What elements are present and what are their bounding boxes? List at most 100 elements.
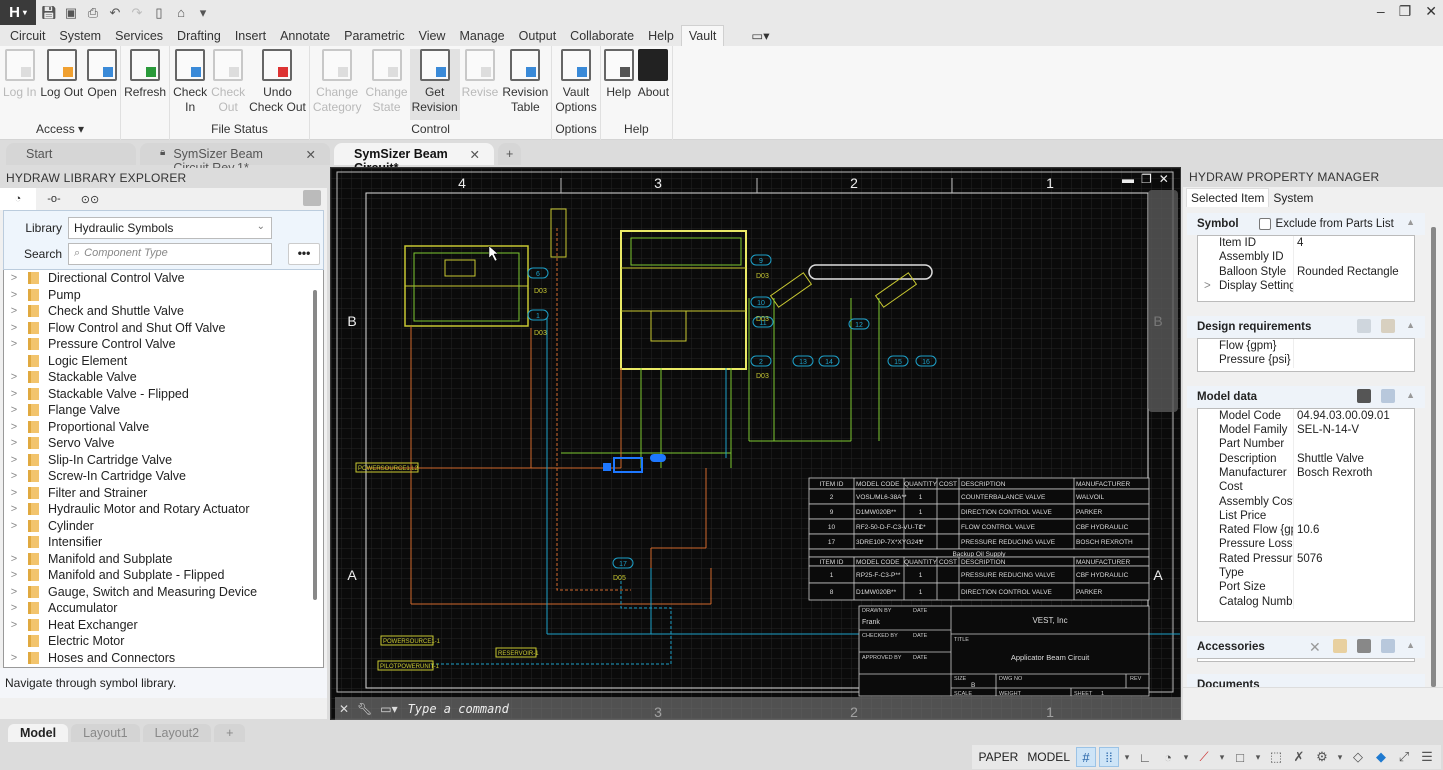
hardware-acceleration-icon[interactable]: ◆ bbox=[1371, 747, 1391, 767]
log-out-button[interactable]: Log Out bbox=[38, 49, 85, 120]
edit-requirements-icon[interactable] bbox=[1357, 319, 1371, 334]
layout-tab[interactable]: Layout1 bbox=[71, 724, 140, 742]
object-snap-icon[interactable]: □ bbox=[1230, 747, 1250, 767]
property-row[interactable]: Cost bbox=[1198, 480, 1414, 495]
import-icon[interactable] bbox=[1381, 638, 1395, 653]
model-data-header[interactable]: Model data ▲ bbox=[1187, 385, 1425, 408]
tab-annotate[interactable]: Annotate bbox=[273, 26, 337, 46]
polar-tracking-icon[interactable]: ◔ bbox=[1158, 747, 1178, 767]
chevron-right-icon[interactable]: > bbox=[4, 338, 24, 350]
chevron-right-icon[interactable]: > bbox=[4, 503, 24, 515]
close-tab-icon[interactable]: ✕ bbox=[470, 147, 480, 165]
tab-system[interactable]: System bbox=[1269, 189, 1317, 207]
property-row[interactable]: List Price bbox=[1198, 508, 1414, 524]
tab-output[interactable]: Output bbox=[512, 26, 564, 46]
chevron-right-icon[interactable]: > bbox=[4, 619, 24, 631]
tree-item[interactable]: > Manifold and Subplate - Flipped bbox=[4, 567, 323, 584]
change-category-button[interactable]: Change Category bbox=[311, 49, 364, 120]
isolate-objects-icon[interactable]: ◇ bbox=[1348, 747, 1368, 767]
property-row[interactable]: > Display Setting bbox=[1198, 278, 1414, 294]
property-value[interactable] bbox=[1294, 353, 1297, 367]
tree-item[interactable]: > Pressure Control Valve bbox=[4, 336, 323, 353]
tab-collaborate[interactable]: Collaborate bbox=[563, 26, 641, 46]
object-snap-tracking-icon[interactable]: ⟋ bbox=[1194, 747, 1214, 767]
property-value[interactable] bbox=[1294, 495, 1297, 509]
property-value[interactable] bbox=[1294, 509, 1297, 523]
add-accessory-icon[interactable] bbox=[1333, 638, 1347, 653]
open-icon[interactable]: ⌂ bbox=[172, 4, 190, 22]
chevron-right-icon[interactable]: > bbox=[4, 322, 24, 334]
tree-item[interactable]: > Slip-In Cartridge Valve bbox=[4, 452, 323, 469]
collapse-icon[interactable]: ▲ bbox=[1406, 320, 1415, 330]
vault-options-button[interactable]: Vault Options bbox=[553, 49, 598, 120]
property-scrollbar[interactable] bbox=[1431, 227, 1436, 687]
chevron-right-icon[interactable]: > bbox=[4, 305, 24, 317]
tree-item[interactable]: Intensifier bbox=[4, 534, 323, 551]
property-row[interactable]: Pressure {psi} bbox=[1198, 353, 1414, 368]
property-row[interactable]: Part Number bbox=[1198, 437, 1414, 452]
log-in-button[interactable]: Log In bbox=[1, 49, 38, 120]
search-input[interactable]: ⌕ Component Type bbox=[68, 243, 272, 265]
chevron-right-icon[interactable]: > bbox=[4, 569, 24, 581]
undo-check-out-button[interactable]: Undo Check Out bbox=[247, 49, 308, 120]
recent-commands-icon[interactable]: ▭▾ bbox=[380, 702, 397, 716]
tree-item[interactable]: > Proportional Valve bbox=[4, 419, 323, 436]
tree-item[interactable]: > Flow Control and Shut Off Valve bbox=[4, 320, 323, 337]
accessories-header[interactable]: Accessories ✕ ▲ bbox=[1187, 635, 1425, 658]
property-value[interactable] bbox=[1294, 250, 1297, 264]
chevron-right-icon[interactable]: > bbox=[4, 371, 24, 383]
chevron-right-icon[interactable]: > bbox=[4, 272, 24, 284]
hydraulic-schematic[interactable]: 4 3 2 1 B A B A POWERSOURCE1.L2 POWERSOURCE1-1 RES… bbox=[331, 168, 1181, 720]
property-row[interactable]: Description Shuttle Valve bbox=[1198, 451, 1414, 466]
tree-item[interactable]: > Manifold and Subplate bbox=[4, 551, 323, 568]
chevron-right-icon[interactable]: > bbox=[4, 602, 24, 614]
chevron-down-icon[interactable]: ▾ bbox=[1217, 747, 1227, 767]
property-value[interactable]: Rounded Rectangle bbox=[1294, 265, 1399, 279]
tree-item[interactable]: Logic Element bbox=[4, 353, 323, 370]
ribbon-group-label[interactable]: Access ▾ bbox=[0, 120, 120, 138]
command-input[interactable]: Type a command bbox=[408, 702, 509, 716]
document-tab[interactable]: 🔒︎ SymSizer Beam Circuit Rev.1* ✕ bbox=[140, 143, 330, 175]
property-row[interactable]: Item ID 4 bbox=[1198, 236, 1414, 251]
paper-space-toggle[interactable]: PAPER bbox=[976, 750, 1022, 764]
tree-item[interactable]: > Accumulator bbox=[4, 600, 323, 617]
property-value[interactable] bbox=[1294, 279, 1297, 293]
viewport-close-icon[interactable]: ✕ bbox=[1159, 172, 1169, 186]
drawing-canvas[interactable]: 4 3 2 1 B A B A POWERSOURCE1.L2 POWERSOURCE1-1 RES… bbox=[330, 167, 1181, 720]
new-tab-button[interactable]: + bbox=[498, 143, 522, 165]
documents-header[interactable]: Documents bbox=[1187, 673, 1425, 687]
more-options-button[interactable]: ••• bbox=[288, 243, 320, 265]
property-row[interactable]: Pressure Loss bbox=[1198, 537, 1414, 552]
property-value[interactable]: 5076 bbox=[1294, 552, 1323, 566]
balloon-selected[interactable] bbox=[650, 454, 666, 462]
open-button[interactable]: Open bbox=[85, 49, 119, 120]
tab-parametric[interactable]: Parametric bbox=[337, 26, 411, 46]
clear-requirements-icon[interactable] bbox=[1381, 319, 1395, 334]
save-as-icon[interactable]: ▣ bbox=[62, 4, 80, 22]
undo-icon[interactable]: ↶ bbox=[106, 4, 124, 22]
exclude-from-parts-list-checkbox[interactable]: Exclude from Parts List bbox=[1258, 218, 1394, 230]
fullscreen-icon[interactable]: ⤢ bbox=[1394, 747, 1414, 767]
revise-button[interactable]: Revise bbox=[460, 49, 501, 120]
check-out-button[interactable]: Check Out bbox=[209, 49, 247, 120]
refresh-button[interactable]: Refresh bbox=[122, 49, 168, 120]
tab-view[interactable]: View bbox=[412, 26, 453, 46]
chevron-right-icon[interactable]: > bbox=[4, 454, 24, 466]
layout-tab[interactable]: Layout2 bbox=[142, 724, 212, 742]
tab-vault[interactable]: Vault bbox=[680, 25, 725, 46]
chevron-right-icon[interactable]: > bbox=[4, 586, 24, 598]
print-icon[interactable]: ⎙ bbox=[84, 4, 102, 22]
tree-item[interactable]: > Gauge, Switch and Measuring Device bbox=[4, 584, 323, 601]
chevron-right-icon[interactable]: > bbox=[4, 437, 24, 449]
tree-item[interactable]: > Heat Exchanger bbox=[4, 617, 323, 634]
help-button[interactable]: Help bbox=[602, 49, 636, 120]
property-value[interactable] bbox=[1294, 595, 1297, 609]
property-row[interactable]: Rated Flow {gp 10.6 bbox=[1198, 523, 1414, 538]
chevron-right-icon[interactable]: > bbox=[4, 652, 24, 664]
tree-item[interactable]: > Directional Control Valve bbox=[4, 270, 323, 287]
chevron-right-icon[interactable]: > bbox=[4, 520, 24, 532]
tree-item[interactable]: > Hoses and Connectors bbox=[4, 650, 323, 667]
chevron-down-icon[interactable]: ▾ bbox=[1335, 747, 1345, 767]
import-icon[interactable] bbox=[1381, 388, 1395, 403]
snap-icon[interactable]: ⁞⁞ bbox=[1099, 747, 1119, 767]
